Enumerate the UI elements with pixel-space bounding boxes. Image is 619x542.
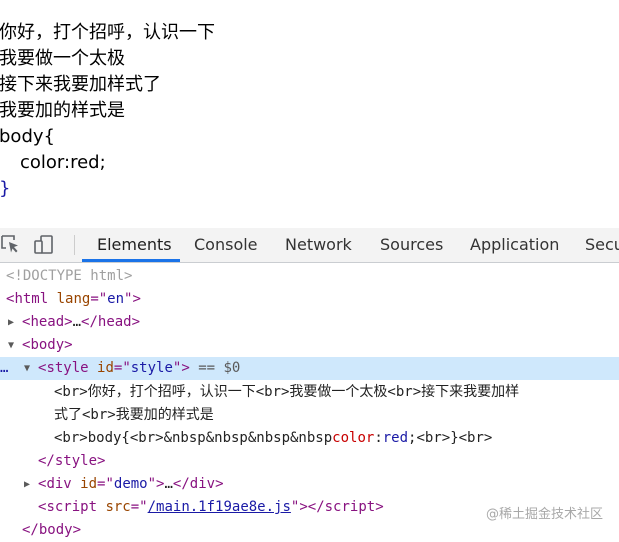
dom-node-body[interactable]: ▼ <body>: [0, 334, 619, 357]
doctype-text: <!DOCTYPE html>: [6, 268, 133, 284]
style-attr-name: id: [97, 360, 114, 376]
style-close-tag: style: [54, 453, 98, 469]
style-text-content[interactable]: <br>body{<br>&nbsp&nbsp&nbsp&nbspcolor:r…: [0, 427, 619, 450]
page-text-line: 我要加的样式是: [0, 100, 125, 121]
devtools-panel: Elements Console Network Sources Applica…: [0, 228, 619, 538]
script-tag: script: [46, 499, 98, 515]
script-attr-name: src: [105, 499, 131, 515]
script-src-link[interactable]: /main.1f19ae8e.js: [148, 499, 291, 515]
tab-console[interactable]: Console: [194, 228, 258, 262]
style-attr-value: style: [130, 360, 173, 376]
collapsed-ellipsis: …: [164, 476, 173, 492]
dom-node-html[interactable]: <html lang="en">: [0, 288, 619, 311]
collapsed-ellipsis: …: [72, 314, 82, 330]
head-tag: head: [30, 314, 65, 330]
style-text-line: <br>你好，打个招呼，认识一下<br>我要做一个太极<br>接下来我要加样: [54, 384, 520, 400]
script-close-tag: script: [324, 499, 376, 515]
page-text-line: color:red;: [20, 152, 106, 173]
head-close-tag: head: [97, 314, 132, 330]
selection-dots: …: [0, 360, 9, 376]
watermark: @稀土掘金技术社区: [485, 507, 603, 522]
tab-sources[interactable]: Sources: [380, 228, 443, 262]
body-tag: body: [30, 337, 65, 353]
page-text-line: }: [0, 178, 11, 199]
style-text-fragment: <br>body{<br>&nbsp&nbsp&nbsp&nbsp: [54, 430, 333, 446]
expand-triangle-icon[interactable]: ▶: [8, 311, 14, 334]
tab-network[interactable]: Network: [285, 228, 352, 262]
dom-node-div-demo[interactable]: ▶ <div id="demo">…</div>: [0, 473, 619, 496]
active-tab-indicator: [82, 259, 180, 262]
toolbar-divider: [74, 235, 75, 255]
rendered-page: 你好，打个招呼，认识一下 我要做一个太极 接下来我要加样式了 我要加的样式是 b…: [0, 0, 619, 228]
dom-node-style-close[interactable]: </style>: [0, 450, 619, 473]
dom-node-style-selected[interactable]: … ▼ <style id="style"> == $0: [0, 357, 619, 380]
style-text-fragment: ;<br>}<br>: [408, 430, 493, 446]
tab-application[interactable]: Application: [470, 228, 559, 262]
html-tag: html: [14, 291, 49, 307]
expand-triangle-icon[interactable]: ▶: [24, 473, 30, 496]
dom-node-head[interactable]: ▶ <head>…</head>: [0, 311, 619, 334]
css-property: color: [332, 430, 375, 446]
html-attr-value: en: [107, 291, 125, 307]
css-value: red: [382, 430, 409, 446]
style-tag: style: [46, 360, 89, 376]
dom-node-body-close[interactable]: </body>: [0, 519, 619, 542]
div-close-tag: div: [189, 476, 216, 492]
page-text-line: 接下来我要加样式了: [0, 74, 161, 95]
selected-element-marker: == $0: [198, 360, 241, 376]
page-text-line: 我要做一个太极: [0, 48, 125, 69]
html-attr-name: lang: [56, 291, 91, 307]
body-close-tag: </body>: [22, 522, 82, 538]
tab-elements[interactable]: Elements: [97, 228, 172, 262]
style-text-line: 式了<br>我要加的样式是: [54, 407, 214, 423]
devtools-toolbar: Elements Console Network Sources Applica…: [0, 228, 619, 263]
div-tag: div: [46, 476, 72, 492]
style-text-content[interactable]: 式了<br>我要加的样式是: [0, 404, 619, 427]
css-colon: :: [374, 430, 383, 446]
device-toolbar-icon[interactable]: [32, 233, 56, 257]
dom-tree: <!DOCTYPE html> <html lang="en"> ▶ <head…: [0, 263, 619, 538]
page-text-line: body{: [0, 126, 55, 147]
div-attr-name: id: [80, 476, 98, 492]
collapse-triangle-icon[interactable]: ▼: [24, 357, 30, 380]
tab-security[interactable]: Secu: [585, 228, 619, 262]
style-text-content[interactable]: <br>你好，打个招呼，认识一下<br>我要做一个太极<br>接下来我要加样: [0, 381, 619, 404]
dom-node-doctype[interactable]: <!DOCTYPE html>: [0, 265, 619, 288]
page-text-line: 你好，打个招呼，认识一下: [0, 22, 215, 43]
inspect-element-icon[interactable]: [0, 233, 24, 257]
collapse-triangle-icon[interactable]: ▼: [8, 334, 14, 357]
div-attr-value: demo: [113, 476, 148, 492]
